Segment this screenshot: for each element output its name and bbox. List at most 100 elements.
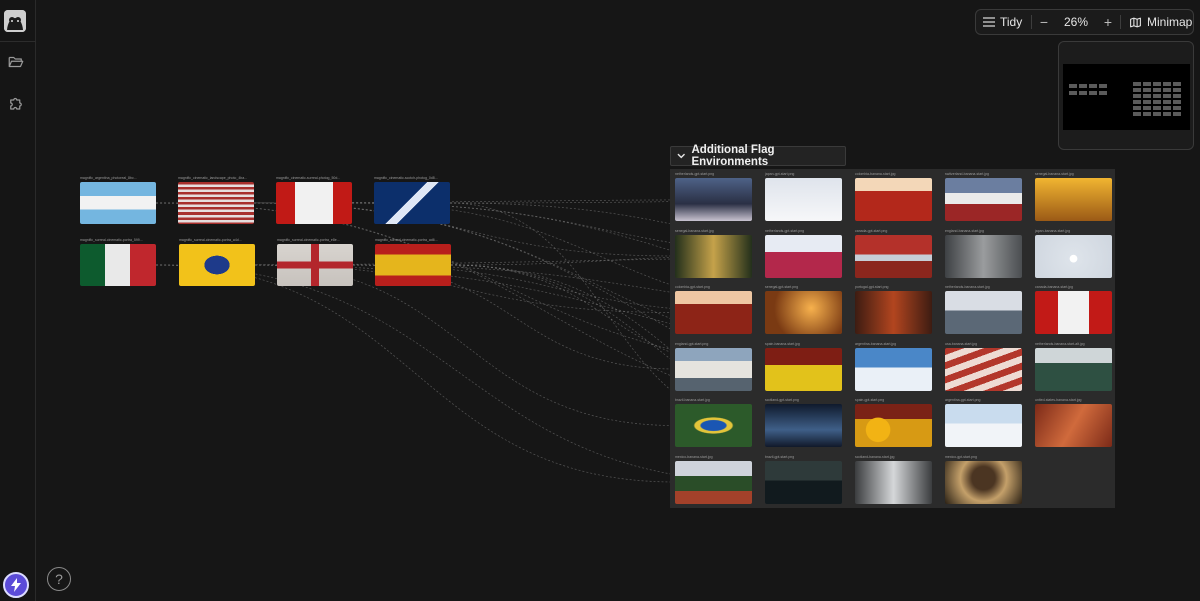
minimap-viewport[interactable] <box>1063 64 1190 130</box>
node-thumbnail <box>80 182 156 224</box>
minimap-grid-cell <box>1133 88 1141 92</box>
node-filename: netherlands-gpt-start.png <box>675 172 715 176</box>
folder-button[interactable] <box>5 51 27 73</box>
node-thumbnail <box>277 244 353 286</box>
node-thumbnail <box>276 182 352 224</box>
minimap-button[interactable]: Minimap <box>1121 10 1192 34</box>
app-logo[interactable] <box>4 10 26 32</box>
node-thumbnail <box>765 460 842 504</box>
minimap-source-cell <box>1099 91 1107 95</box>
minimap-grid-cell <box>1153 100 1161 104</box>
minimap-grid-cell <box>1133 100 1141 104</box>
node-filename: spain-gpt-start.png <box>855 398 885 402</box>
minimap-grid-cell <box>1153 94 1161 98</box>
node-filename: scotland-gpt-start.png <box>765 398 799 402</box>
help-button[interactable]: ? <box>47 567 71 591</box>
node-filename: colombia-gpt-start.png <box>675 285 710 289</box>
node-thumbnail <box>765 291 842 334</box>
node-thumbnail <box>675 347 752 391</box>
node-filename: magnific_cinematic-surreal-photog_50d... <box>276 176 341 180</box>
node-thumbnail <box>1035 291 1112 334</box>
zoom-out-button[interactable]: − <box>1032 10 1056 34</box>
node-filename: magnific_argentina_photoreal_8bc... <box>80 176 137 180</box>
minimap-source-cell <box>1099 84 1107 88</box>
minimap-source-cell <box>1069 91 1077 95</box>
connector-edge[interactable] <box>254 264 676 426</box>
node-filename: brazil-gpt-start.png <box>765 454 795 459</box>
group-header[interactable]: Additional Flag Environments <box>670 144 846 168</box>
zoom-in-button[interactable]: + <box>1096 10 1120 34</box>
node-filename: netherlands-gpt-start.png <box>765 228 805 233</box>
node-thumbnail <box>374 182 450 224</box>
node-thumbnail <box>855 234 932 278</box>
assistant-button[interactable] <box>3 572 29 598</box>
minimap-source-cell <box>1089 91 1097 95</box>
minimap-grid-cell <box>1163 82 1171 86</box>
node-filename: magnific_surreal-cinematic-portra_ad6... <box>375 238 438 242</box>
node-filename: netherlands-banana-start.jpg <box>945 285 990 289</box>
node-thumbnail <box>178 182 254 224</box>
node-thumbnail <box>765 404 842 447</box>
chevron-down-icon[interactable] <box>677 153 686 159</box>
minimap-grid-cell <box>1153 106 1161 110</box>
minimap[interactable] <box>1058 41 1194 150</box>
node-thumbnail <box>855 347 932 391</box>
node-thumbnail <box>1035 404 1112 447</box>
node-thumbnail <box>179 244 255 286</box>
connector-edge[interactable] <box>155 264 676 483</box>
left-rail: ? <box>0 0 71 601</box>
minimap-grid-cell <box>1133 112 1141 116</box>
minimap-grid-cell <box>1163 100 1171 104</box>
minimap-grid-cell <box>1153 88 1161 92</box>
node-thumbnail <box>855 178 932 221</box>
node-thumbnail <box>945 178 1022 221</box>
minimap-grid-cell <box>1173 106 1181 110</box>
minimap-grid-cell <box>1173 94 1181 98</box>
node-filename: senegal-gpt-start.png <box>765 285 799 289</box>
minimap-grid-cell <box>1163 88 1171 92</box>
node-filename: scotland-banana-start.jpg <box>855 454 895 459</box>
minimap-source-cell <box>1079 84 1087 88</box>
minimap-grid-cell <box>1173 82 1181 86</box>
menu-lines-icon <box>983 17 995 27</box>
node-filename: brazil-banana-start.jpg <box>675 398 710 402</box>
minimap-grid-cell <box>1143 112 1151 116</box>
minimap-grid-cell <box>1173 112 1181 116</box>
minimap-source-cell <box>1079 91 1087 95</box>
minimap-grid-cell <box>1163 94 1171 98</box>
node-filename: magnific_surreal-cinematic-portra_e8e... <box>277 238 340 242</box>
node-thumbnail <box>855 291 932 334</box>
plugins-button[interactable] <box>5 92 27 114</box>
node-filename: colombia-banana-start.jpg <box>855 172 896 176</box>
minimap-grid-cell <box>1143 82 1151 86</box>
minimap-source-cell <box>1069 84 1077 88</box>
node-filename: spain-banana-start.jpg <box>765 341 800 346</box>
node-filename: england-banana-start.jpg <box>945 228 984 233</box>
minimap-grid-cell <box>1163 106 1171 110</box>
node-thumbnail <box>945 234 1022 278</box>
node-filename: magnific_cinematic_landscape_photo_4ba..… <box>178 176 248 180</box>
minimap-grid-cell <box>1143 88 1151 92</box>
minimap-grid-cell <box>1173 88 1181 92</box>
map-icon <box>1130 17 1141 27</box>
node-filename: mexico-gpt-start.png <box>945 454 977 459</box>
node-thumbnail <box>375 244 451 286</box>
node-thumbnail <box>675 291 752 334</box>
node-filename: magnific_cinematic-scotch-photog_0d8... <box>374 176 438 180</box>
group-title: Additional Flag Environments <box>691 144 775 168</box>
minimap-grid-cell <box>1163 112 1171 116</box>
node-filename: magnific_surreal-cinematic-portra_599... <box>80 238 143 242</box>
rail-divider <box>0 41 36 42</box>
minimap-grid-cell <box>1133 94 1141 98</box>
node-thumbnail <box>80 244 156 286</box>
node-filename: senegal-banana-start.jpg <box>675 228 714 233</box>
node-filename: japan-gpt-start.png <box>765 172 795 176</box>
node-thumbnail <box>945 291 1022 334</box>
tidy-button[interactable]: Tidy <box>976 10 1031 34</box>
minimap-grid-cell <box>1153 112 1161 116</box>
node-filename: portugal-gpt-start.png <box>855 285 889 289</box>
node-thumbnail <box>675 460 752 504</box>
node-filename: canada-banana-start.jpg <box>1035 285 1073 289</box>
node-thumbnail <box>675 178 752 221</box>
minimap-label: Minimap <box>1147 15 1193 29</box>
